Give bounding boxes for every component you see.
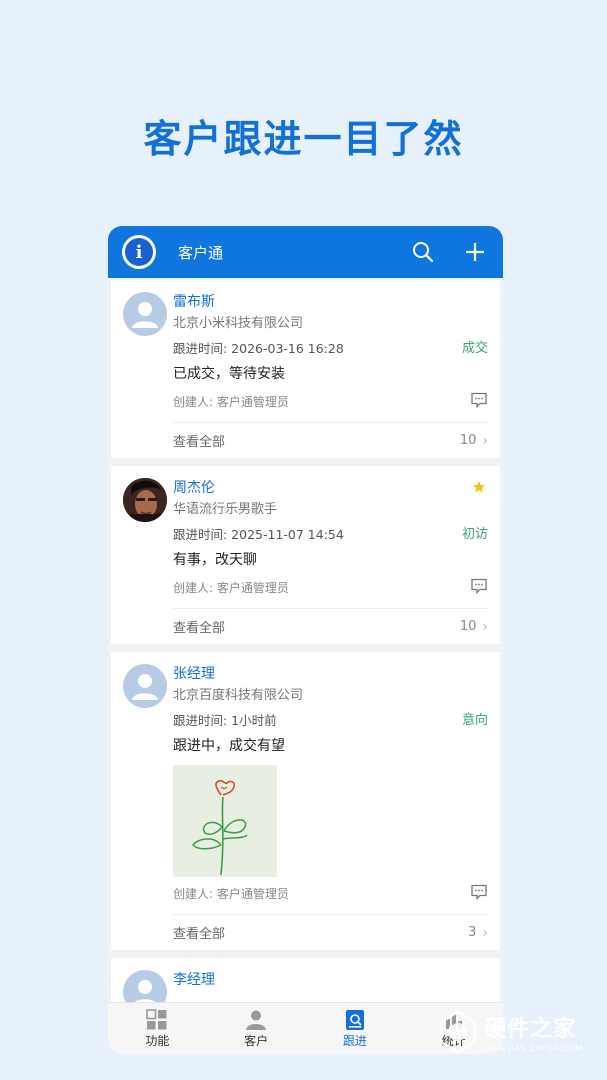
followup-time: 跟进时间: 2025-11-07 14:54 [173, 527, 344, 542]
view-all-row[interactable]: 查看全部 10 › [173, 422, 488, 458]
watermark-subtext: YING JIAN ZHI JIA.COM [484, 1044, 583, 1053]
tab-label: 客户 [244, 1034, 269, 1048]
followup-content: 有事，改天聊 [173, 552, 257, 568]
watermark: 硬件之家 YING JIAN ZHI JIA.COM [438, 1008, 598, 1056]
search-icon[interactable] [409, 238, 437, 266]
customer-company: 北京小米科技有限公司 [173, 316, 304, 331]
watermark-text: 硬件之家 [484, 1017, 577, 1042]
stage-badge: 意向 [461, 713, 488, 728]
person-icon [245, 1008, 267, 1032]
stage-badge: 成交 [461, 341, 488, 356]
attachment-image[interactable] [173, 765, 277, 877]
view-all-row[interactable]: 查看全部 10 › [173, 608, 488, 644]
view-all-link[interactable]: 查看全部 [173, 923, 225, 942]
tab-features[interactable]: 功能 [108, 1003, 207, 1054]
app-logo-letter: i [125, 238, 153, 266]
creator-label: 创建人: 客户通管理员 [173, 886, 289, 901]
page-headline: 客户跟进一目了然 [143, 117, 464, 161]
watermark-logo-icon [439, 1010, 477, 1054]
chevron-right-icon: › [482, 618, 488, 635]
chevron-right-icon: › [482, 924, 488, 941]
star-icon[interactable] [472, 480, 486, 494]
followup-icon [344, 1008, 366, 1032]
app-title: 客户通 [178, 243, 224, 262]
view-all-row[interactable]: 查看全部 3 › [173, 914, 488, 950]
creator-label: 创建人: 客户通管理员 [173, 580, 289, 595]
followup-count: 3 [468, 925, 477, 940]
creator-label: 创建人: 客户通管理员 [173, 394, 289, 409]
customer-name[interactable]: 李经理 [173, 970, 488, 990]
view-all-link[interactable]: 查看全部 [173, 617, 225, 636]
followup-time: 跟进时间: 1小时前 [173, 713, 277, 728]
followup-card[interactable]: 张经理 北京百度科技有限公司 跟进时间: 1小时前 意向 跟进中，成交有望 创建… [111, 652, 500, 950]
followup-list: 雷布斯 北京小米科技有限公司 跟进时间: 2026-03-16 16:28 成交… [108, 280, 503, 1046]
tab-customers[interactable]: 客户 [207, 1003, 306, 1054]
followup-count: 10 [459, 619, 477, 634]
tab-label: 功能 [145, 1034, 170, 1048]
tab-label: 跟进 [342, 1034, 367, 1048]
avatar-photo [123, 478, 167, 522]
phone-frame: i 客户通 雷布斯 北京小米科技有限公司 跟进时间: 2026-03-16 16… [108, 226, 503, 1054]
avatar-default-icon [123, 292, 167, 336]
followup-time: 跟进时间: 2026-03-16 16:28 [173, 341, 344, 356]
grid-icon [146, 1008, 168, 1032]
tab-followup[interactable]: 跟进 [306, 1003, 405, 1054]
view-all-link[interactable]: 查看全部 [173, 431, 225, 450]
comment-icon[interactable] [470, 392, 488, 411]
app-bar: i 客户通 [108, 226, 503, 278]
followup-count: 10 [459, 433, 477, 448]
followup-card[interactable]: 雷布斯 北京小米科技有限公司 跟进时间: 2026-03-16 16:28 成交… [111, 280, 500, 458]
followup-content: 已成交，等待安装 [173, 366, 285, 382]
followup-card[interactable]: 周杰伦 华语流行乐男歌手 跟进时间: 2025-11-07 14:54 初访 有… [111, 466, 500, 644]
app-logo: i [122, 235, 156, 269]
stage-badge: 初访 [461, 527, 488, 542]
customer-name[interactable]: 张经理 [173, 664, 488, 684]
avatar-default-icon [123, 664, 167, 708]
comment-icon[interactable] [470, 578, 488, 597]
customer-name[interactable]: 雷布斯 [173, 292, 488, 312]
followup-content: 跟进中，成交有望 [173, 738, 285, 754]
comment-icon[interactable] [470, 884, 488, 903]
customer-company: 华语流行乐男歌手 [173, 502, 278, 517]
chevron-right-icon: › [482, 432, 488, 449]
customer-company: 北京百度科技有限公司 [173, 688, 304, 703]
customer-name[interactable]: 周杰伦 [173, 478, 488, 498]
add-icon[interactable] [461, 238, 489, 266]
